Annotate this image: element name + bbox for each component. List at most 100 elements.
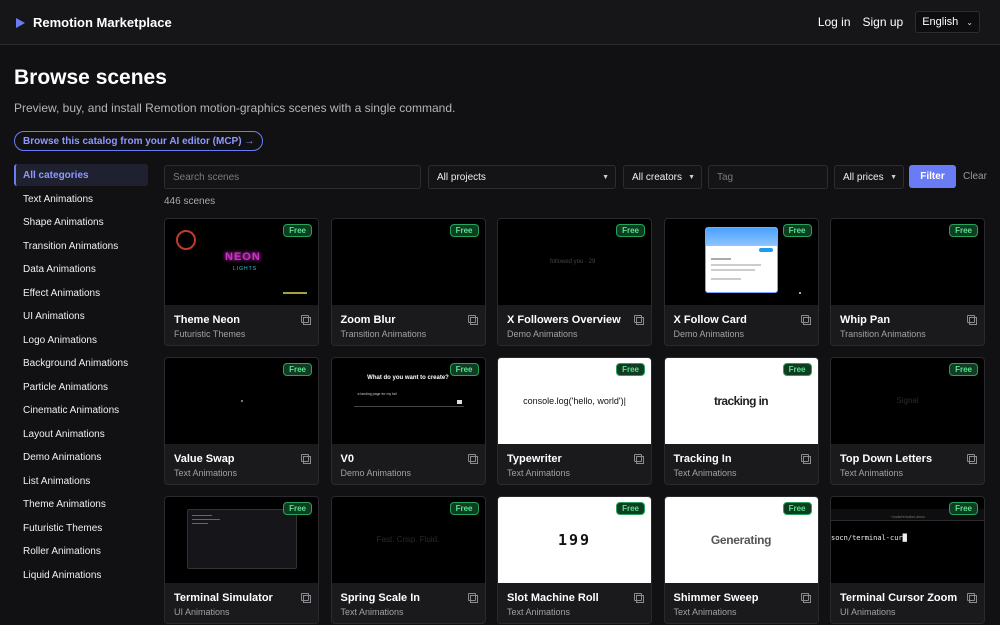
mcp-catalog-link[interactable]: Browse this catalog from your AI editor … — [14, 131, 264, 151]
scene-card[interactable]: followed you · 29 Free X Followers Overv… — [497, 218, 652, 346]
copy-icon[interactable] — [301, 454, 311, 464]
sidebar-item-effect-animations[interactable]: Effect Animations — [14, 282, 148, 306]
login-link[interactable]: Log in — [818, 15, 851, 29]
copy-icon[interactable] — [467, 315, 478, 325]
sidebar-item-all-categories[interactable]: All categories — [14, 164, 148, 186]
scene-card[interactable]: NEON LIGHTS Free Theme Neon Futuristic T… — [164, 218, 319, 346]
copy-icon[interactable] — [800, 454, 811, 464]
sidebar-item-cinematic-animations[interactable]: Cinematic Animations — [14, 399, 148, 423]
brand-logo[interactable]: Remotion Marketplace — [16, 15, 172, 30]
sidebar-item-demo-animations[interactable]: Demo Animations — [14, 446, 148, 470]
card-title: Zoom Blur — [340, 314, 396, 326]
scene-card[interactable]: Free Terminal Simulator UI Animations — [164, 496, 319, 624]
scene-card[interactable]: Generating Free Shimmer Sweep Text Anima… — [663, 496, 819, 624]
scene-thumbnail: ~/code/remotion-demo socn/terminal-cur█ … — [831, 497, 984, 583]
text-line — [710, 258, 731, 260]
sidebar-item-text-animations[interactable]: Text Animations — [14, 188, 148, 212]
thumbnail-subtext: a landing page for my fail — [357, 392, 397, 396]
price-badge: Free — [949, 502, 978, 515]
scene-card[interactable]: Fast. Crisp. Fluid. Free Spring Scale In… — [330, 496, 486, 624]
scene-card[interactable]: ~/code/remotion-demo socn/terminal-cur█ … — [830, 496, 985, 624]
scene-card[interactable]: Signal Free Top Down Letters Text Animat… — [830, 357, 985, 485]
scene-thumbnail: Free — [165, 497, 318, 583]
copy-icon[interactable] — [467, 593, 478, 603]
chevron-down-icon: ⌄ — [966, 17, 973, 27]
card-category: UI Animations — [840, 607, 896, 617]
scene-card[interactable]: console.log('hello, world')| Free Typewr… — [497, 357, 652, 485]
text-line — [710, 278, 741, 280]
language-select[interactable]: English ⌄ — [915, 11, 980, 33]
scene-card[interactable]: 199 Free Slot Machine Roll Text Animatio… — [497, 496, 652, 624]
scene-thumbnail: Fast. Crisp. Fluid. Free — [331, 497, 485, 583]
copy-icon[interactable] — [634, 454, 644, 464]
copy-icon[interactable] — [967, 593, 977, 603]
sidebar-item-liquid-animations[interactable]: Liquid Animations — [14, 564, 148, 588]
copy-icon[interactable] — [967, 315, 977, 325]
copy-icon[interactable] — [301, 593, 311, 603]
sidebar-item-list-animations[interactable]: List Animations — [14, 470, 148, 494]
sidebar-item-layout-animations[interactable]: Layout Animations — [14, 423, 148, 447]
card-title: Terminal Simulator — [174, 592, 273, 604]
card-title: Top Down Letters — [840, 453, 933, 465]
sidebar-item-background-animations[interactable]: Background Animations — [14, 352, 148, 376]
language-value: English — [922, 16, 959, 28]
signup-link[interactable]: Sign up — [863, 15, 904, 29]
search-input[interactable]: Search scenes — [164, 165, 421, 189]
projects-value: All projects — [437, 171, 486, 183]
sidebar-item-theme-animations[interactable]: Theme Animations — [14, 493, 148, 517]
copy-icon[interactable] — [967, 454, 977, 464]
scene-thumbnail: followed you · 29 Free — [498, 219, 651, 305]
scene-card[interactable]: Free Value Swap Text Animations — [164, 357, 319, 485]
text-line — [192, 515, 212, 516]
thumbnail-text: Generating — [710, 533, 772, 547]
clear-button[interactable]: Clear — [963, 171, 987, 182]
copy-icon[interactable] — [800, 315, 811, 325]
card-category: UI Animations — [174, 607, 230, 617]
copy-icon[interactable] — [634, 315, 644, 325]
prices-select[interactable]: All prices ▼ — [834, 165, 904, 189]
creators-select[interactable]: All creators ▼ — [623, 165, 702, 189]
card-title: Typewriter — [507, 453, 562, 465]
scene-card[interactable]: tracking in Free Tracking In Text Animat… — [663, 357, 819, 485]
price-badge: Free — [616, 363, 645, 376]
filter-button[interactable]: Filter — [909, 165, 956, 188]
sidebar-item-ui-animations[interactable]: UI Animations — [14, 305, 148, 329]
card-title: Theme Neon — [174, 314, 241, 326]
card-category: Text Animations — [673, 468, 737, 478]
terminal-window-preview — [187, 509, 297, 569]
card-category: Text Animations — [507, 607, 571, 617]
price-badge: Free — [449, 363, 479, 376]
scene-thumbnail: Free — [831, 219, 984, 305]
scene-card[interactable]: Free X Follow Card Demo Animations — [663, 218, 819, 346]
sidebar-item-logo-animations[interactable]: Logo Animations — [14, 329, 148, 353]
thumbnail-text: 199 — [557, 531, 592, 549]
scene-thumbnail: What do you want to create? a landing pa… — [331, 358, 485, 444]
copy-icon[interactable] — [467, 454, 478, 464]
projects-select[interactable]: All projects ▼ — [428, 165, 616, 189]
card-category: Transition Animations — [340, 329, 427, 339]
scene-thumbnail: NEON LIGHTS Free — [165, 219, 318, 305]
scene-card[interactable]: What do you want to create? a landing pa… — [330, 357, 486, 485]
price-badge: Free — [616, 502, 645, 515]
sidebar-item-particle-animations[interactable]: Particle Animations — [14, 376, 148, 400]
sidebar-item-roller-animations[interactable]: Roller Animations — [14, 540, 148, 564]
profile-card-preview — [704, 227, 778, 293]
card-category: Demo Animations — [507, 329, 578, 339]
circle-shape — [176, 230, 196, 250]
thumbnail-text: followed you · 29 — [550, 259, 596, 265]
thumbnail-text: NEON — [225, 251, 261, 263]
copy-icon[interactable] — [634, 593, 644, 603]
card-category: Demo Animations — [673, 329, 745, 339]
copy-icon[interactable] — [301, 315, 311, 325]
sidebar-item-transition-animations[interactable]: Transition Animations — [14, 235, 148, 259]
tag-input[interactable]: Tag — [708, 165, 828, 189]
scene-card[interactable]: Free Zoom Blur Transition Animations — [330, 218, 486, 346]
sidebar-item-shape-animations[interactable]: Shape Animations — [14, 211, 148, 235]
sidebar-item-futuristic-themes[interactable]: Futuristic Themes — [14, 517, 148, 541]
scene-thumbnail: 199 Free — [498, 497, 651, 583]
copy-icon[interactable] — [800, 593, 811, 603]
scene-card[interactable]: Free Whip Pan Transition Animations — [830, 218, 985, 346]
thumbnail-subtext: ~/code/remotion-demo — [889, 515, 926, 519]
sidebar-item-data-animations[interactable]: Data Animations — [14, 258, 148, 282]
card-title: V0 — [340, 453, 354, 465]
